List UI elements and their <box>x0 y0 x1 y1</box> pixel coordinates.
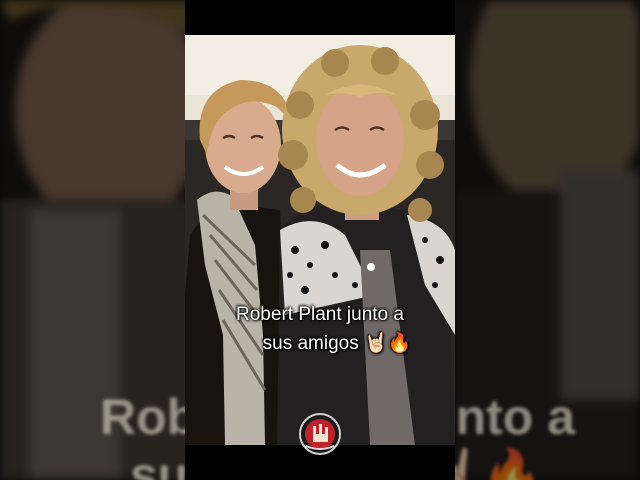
caption-line1: Robert Plant junto a <box>236 304 404 325</box>
video-caption: Robert Plant junto a sus amigos 🤘🏻🔥 <box>185 300 455 358</box>
video-frame <box>185 35 455 445</box>
photo <box>185 35 455 445</box>
rock-horns-logo-icon[interactable] <box>298 412 342 456</box>
caption-line2: sus amigos 🤘🏻🔥 <box>262 333 412 354</box>
video-player[interactable]: Robert Plant junto a sus amigos 🤘🏻🔥 <box>185 0 455 480</box>
